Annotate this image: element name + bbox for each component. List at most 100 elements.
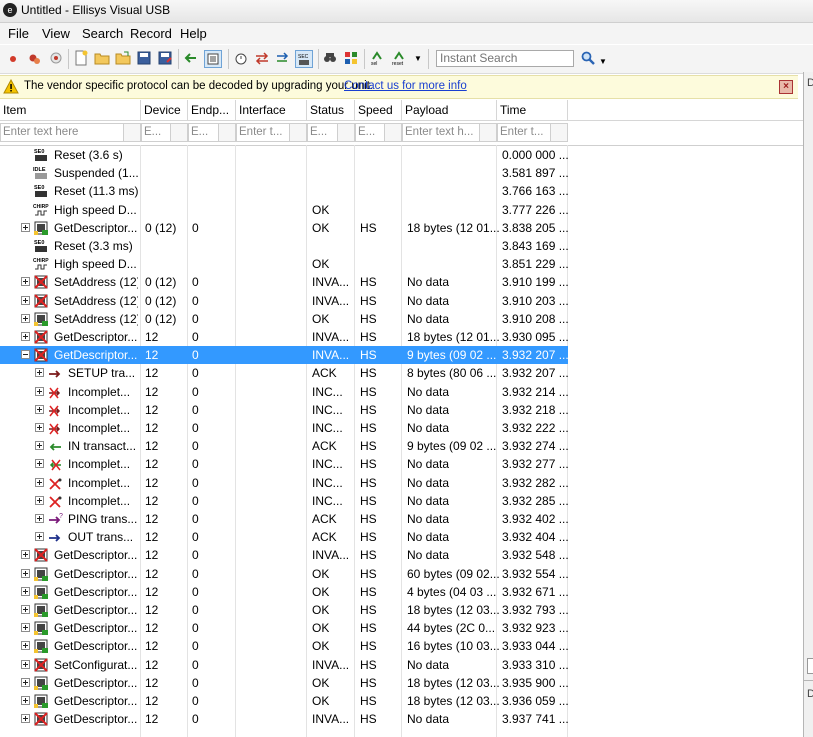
table-row[interactable]: SETUP tra... 12 0 ACK HS 8 bytes (80 06 ... 3.… bbox=[0, 364, 569, 382]
table-row[interactable]: GetDescriptor... 12 0 INVA... HS No data 3.932… bbox=[0, 546, 569, 564]
funnel-icon[interactable] bbox=[384, 124, 401, 141]
table-row[interactable]: ? PING trans... 12 0 ACK HS No data 3.932 402 .… bbox=[0, 510, 569, 528]
menu-file[interactable]: File bbox=[8, 26, 29, 41]
back-icon[interactable] bbox=[183, 50, 199, 66]
expand-toggle[interactable] bbox=[21, 696, 30, 705]
expand-toggle[interactable] bbox=[21, 659, 30, 669]
funnel-icon[interactable] bbox=[550, 124, 567, 141]
expand-toggle[interactable] bbox=[35, 495, 44, 505]
expand-toggle[interactable] bbox=[35, 368, 44, 378]
table-row[interactable]: SetConfigurat... 12 0 INVA... HS No data 3.933… bbox=[0, 656, 569, 674]
menu-view[interactable]: View bbox=[42, 26, 70, 41]
expand-toggle[interactable] bbox=[21, 568, 30, 578]
sec-filter-icon[interactable]: SEC bbox=[295, 50, 313, 68]
funnel-icon[interactable] bbox=[123, 124, 140, 141]
table-row[interactable]: Incomplet... 12 0 INC... HS No data 3.932 218 … bbox=[0, 401, 569, 419]
search-options-icon[interactable]: ▼ bbox=[599, 57, 607, 66]
view-mode-icon[interactable] bbox=[204, 50, 222, 68]
header-device[interactable]: Device bbox=[141, 100, 188, 120]
table-row[interactable]: GetDescriptor... 12 0 OK HS 18 bytes (12 03..… bbox=[0, 692, 569, 710]
funnel-icon[interactable] bbox=[479, 124, 496, 141]
table-row[interactable]: Incomplet... 12 0 INC... HS No data 3.932 282 … bbox=[0, 474, 569, 492]
timer-icon[interactable] bbox=[233, 50, 249, 66]
table-row[interactable]: IDLE Suspended (1... 3.581 897 ... bbox=[0, 164, 569, 182]
reset-view-icon[interactable]: reset bbox=[392, 50, 408, 66]
table-row[interactable]: Incomplet... 12 0 INC... HS No data 3.932 277 … bbox=[0, 455, 569, 473]
header-time[interactable]: Time bbox=[497, 100, 568, 120]
expand-toggle[interactable] bbox=[21, 550, 30, 560]
funnel-icon[interactable] bbox=[289, 124, 306, 141]
expand-toggle[interactable] bbox=[35, 514, 44, 523]
expand-toggle[interactable] bbox=[35, 404, 44, 414]
funnel-icon[interactable] bbox=[170, 124, 187, 141]
header-interface[interactable]: Interface bbox=[236, 100, 307, 120]
header-item[interactable]: Item bbox=[0, 100, 141, 120]
table-row[interactable]: CHIRP High speed D... OK 3.851 229 ... bbox=[0, 255, 569, 273]
filter-interface[interactable]: Enter t... bbox=[236, 123, 307, 142]
open-recent-icon[interactable] bbox=[115, 50, 131, 66]
table-row[interactable]: GetDescriptor... 12 0 OK HS 16 bytes (10 03..… bbox=[0, 637, 569, 655]
expand-toggle[interactable] bbox=[21, 623, 30, 633]
filter-endpoint[interactable]: E... bbox=[188, 123, 236, 142]
expand-toggle[interactable] bbox=[35, 532, 44, 542]
table-row[interactable]: SE0 Reset (3.3 ms) 3.843 169 ... bbox=[0, 237, 569, 255]
table-row[interactable]: OUT trans... 12 0 ACK HS No data 3.932 404 ... bbox=[0, 528, 569, 546]
pane-scroll-handle[interactable] bbox=[807, 658, 813, 674]
color-legend-icon[interactable] bbox=[343, 50, 359, 66]
search-icon[interactable] bbox=[580, 50, 596, 66]
expand-toggle[interactable] bbox=[35, 423, 44, 432]
instant-search-input[interactable] bbox=[436, 50, 574, 67]
filter-status[interactable]: E... bbox=[307, 123, 355, 142]
header-status[interactable]: Status bbox=[307, 100, 355, 120]
menu-search[interactable]: Search bbox=[82, 26, 123, 41]
find-icon[interactable] bbox=[322, 50, 338, 66]
menu-record[interactable]: Record bbox=[130, 26, 172, 41]
expand-toggle[interactable] bbox=[35, 386, 44, 396]
table-row[interactable]: GetDescriptor... 12 0 INVA... HS 18 bytes (12… bbox=[0, 328, 569, 346]
table-row[interactable]: Incomplet... 12 0 INC... HS No data 3.932 222 … bbox=[0, 419, 569, 437]
header-speed[interactable]: Speed bbox=[355, 100, 402, 120]
expand-toggle[interactable] bbox=[21, 295, 30, 305]
expand-toggle[interactable] bbox=[21, 332, 30, 341]
open-folder-icon[interactable] bbox=[94, 50, 110, 66]
new-file-icon[interactable] bbox=[73, 50, 89, 66]
table-row[interactable]: GetDescriptor... 12 0 OK HS 60 bytes (09 02..… bbox=[0, 565, 569, 583]
contact-link[interactable]: Contact us for more info bbox=[344, 80, 467, 92]
table-row[interactable]: GetDescriptor... 12 0 OK HS 18 bytes (12 03..… bbox=[0, 674, 569, 692]
filter-time[interactable]: Enter t... bbox=[497, 123, 568, 142]
funnel-icon[interactable] bbox=[337, 124, 354, 141]
header-endpoint[interactable]: Endp... bbox=[188, 100, 236, 120]
stop-icon[interactable] bbox=[48, 50, 64, 66]
table-row[interactable]: SetAddress (12) 0 (12) 0 INVA... HS No data 3.… bbox=[0, 273, 569, 291]
save-icon[interactable] bbox=[136, 50, 152, 66]
table-row[interactable]: GetDescriptor... 12 0 INVA... HS No data 3.937… bbox=[0, 710, 569, 728]
expand-toggle[interactable] bbox=[35, 441, 44, 451]
expand-toggle[interactable] bbox=[21, 641, 30, 651]
table-row[interactable]: Incomplet... 12 0 INC... HS No data 3.932 214 … bbox=[0, 383, 569, 401]
table-row[interactable]: SetAddress (12) 0 (12) 0 OK HS No data 3.910 2… bbox=[0, 310, 569, 328]
table-row[interactable]: SetAddress (12) 0 (12) 0 INVA... HS No data 3.… bbox=[0, 292, 569, 310]
table-row[interactable]: GetDescriptor... 12 0 OK HS 44 bytes (2C 0...… bbox=[0, 619, 569, 637]
table-row[interactable]: SE0 Reset (3.6 s) 0.000 000 ... bbox=[0, 146, 569, 164]
table-row[interactable]: GetDescriptor... 0 (12) 0 OK HS 18 bytes (12 … bbox=[0, 219, 569, 237]
expand-toggle[interactable] bbox=[21, 677, 30, 687]
table-row[interactable]: GetDescriptor... 12 0 OK HS 18 bytes (12 03..… bbox=[0, 601, 569, 619]
expand-toggle[interactable] bbox=[21, 586, 30, 596]
expand-toggle[interactable] bbox=[21, 313, 30, 323]
expand-toggle[interactable] bbox=[21, 714, 30, 724]
sel-export-icon[interactable]: sel bbox=[370, 50, 386, 66]
swap-icon[interactable] bbox=[254, 50, 270, 66]
table-row[interactable]: Incomplet... 12 0 INC... HS No data 3.932 285 … bbox=[0, 492, 569, 510]
expand-toggle[interactable] bbox=[35, 477, 44, 487]
expand-toggle[interactable] bbox=[21, 277, 30, 287]
menu-help[interactable]: Help bbox=[180, 26, 207, 41]
expand-toggle[interactable] bbox=[35, 459, 44, 469]
filter-payload[interactable]: Enter text h... bbox=[402, 123, 497, 142]
expand-toggle[interactable] bbox=[21, 222, 30, 232]
close-icon[interactable]: × bbox=[779, 80, 793, 94]
filter-speed[interactable]: E... bbox=[355, 123, 402, 142]
record-options-icon[interactable] bbox=[26, 50, 42, 66]
header-payload[interactable]: Payload bbox=[402, 100, 497, 120]
expand-toggle[interactable] bbox=[21, 605, 30, 614]
transfer-icon[interactable] bbox=[275, 50, 291, 66]
